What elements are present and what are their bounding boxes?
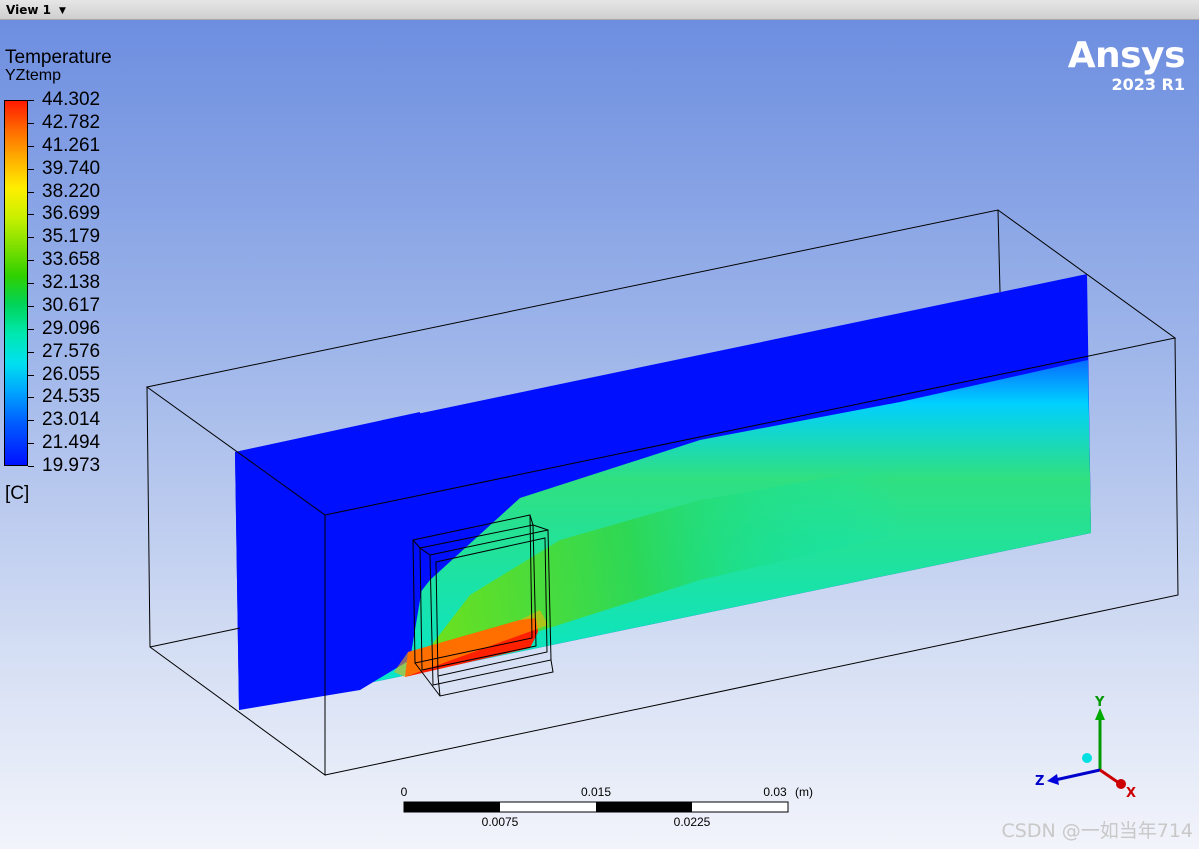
legend-tick: [28, 191, 34, 193]
legend-value-label: 42.782: [42, 111, 101, 133]
legend-value-label: 39.740: [42, 157, 101, 179]
legend-value-label: 35.179: [42, 226, 101, 248]
legend-value-label: 32.138: [42, 272, 101, 293]
watermark-text: CSDN @一如当年714: [1001, 820, 1193, 842]
legend-value-label: 23.014: [42, 409, 101, 431]
x-axis-arrow-icon: [1116, 779, 1126, 789]
view-title-label: View 1: [6, 3, 51, 17]
legend-value-label: 19.973: [42, 455, 101, 476]
legend-tick: [28, 374, 34, 376]
legend-tick: [28, 283, 34, 284]
legend-title: Temperature: [5, 47, 112, 68]
legend-tick: [28, 168, 34, 170]
legend-value-label: 30.617: [42, 294, 101, 316]
z-axis-line: [1054, 768, 1101, 782]
legend-value-label: 41.261: [42, 134, 101, 156]
x-axis-line: [1099, 768, 1120, 785]
legend-tick: [28, 420, 34, 422]
view-titlebar: View 1 ▼: [0, 0, 1199, 20]
ansys-logo-text: Ansys: [1067, 35, 1186, 76]
legend-unit: [C]: [5, 483, 30, 504]
legend-tick: [28, 466, 34, 467]
y-axis-label: Y: [1094, 695, 1105, 710]
scene-graphics: [145, 209, 1179, 776]
legend-tick: [28, 260, 34, 262]
legend-tick: [28, 100, 34, 101]
z-axis-arrow-icon: [1047, 774, 1059, 785]
legend-value-label: 21.494: [42, 432, 101, 454]
legend-tick: [28, 122, 34, 124]
legend-value-label: 36.699: [42, 203, 101, 225]
legend-value-label: 24.535: [42, 386, 101, 408]
legend-tick: [28, 214, 34, 216]
legend-tick: [28, 237, 34, 239]
legend-value-label: 29.096: [42, 317, 101, 339]
view-selector[interactable]: View 1 ▼: [6, 3, 66, 17]
legend-tick: [28, 328, 34, 330]
legend-value-label: 38.220: [42, 180, 101, 202]
x-axis-label: X: [1126, 786, 1136, 801]
legend-value-label: 44.302: [42, 89, 101, 110]
legend-variable: YZtemp: [5, 67, 62, 84]
legend-tick: [28, 145, 34, 147]
legend-tick: [28, 305, 34, 307]
3d-viewport[interactable]: Temperature YZtemp 44.302 42.782 41.261 39.…: [0, 20, 1199, 849]
ansys-version: 2023 R1: [1111, 75, 1185, 94]
dropdown-arrow-icon: ▼: [58, 6, 66, 16]
legend-value-label: 27.576: [42, 340, 101, 362]
legend-value-label: 26.055: [42, 363, 101, 385]
z-axis-label: Z: [1035, 774, 1044, 789]
legend-tick: [28, 397, 34, 399]
axis-triad[interactable]: Y Z X: [1025, 690, 1145, 810]
legend-value-label: 33.658: [42, 249, 101, 271]
legend-tick: [28, 351, 34, 353]
triad-center-icon: [1082, 753, 1092, 763]
legend-colorbar: [4, 100, 28, 466]
ansys-logo: Ansys 2023 R1: [1067, 35, 1186, 94]
legend-tick: [28, 443, 34, 445]
